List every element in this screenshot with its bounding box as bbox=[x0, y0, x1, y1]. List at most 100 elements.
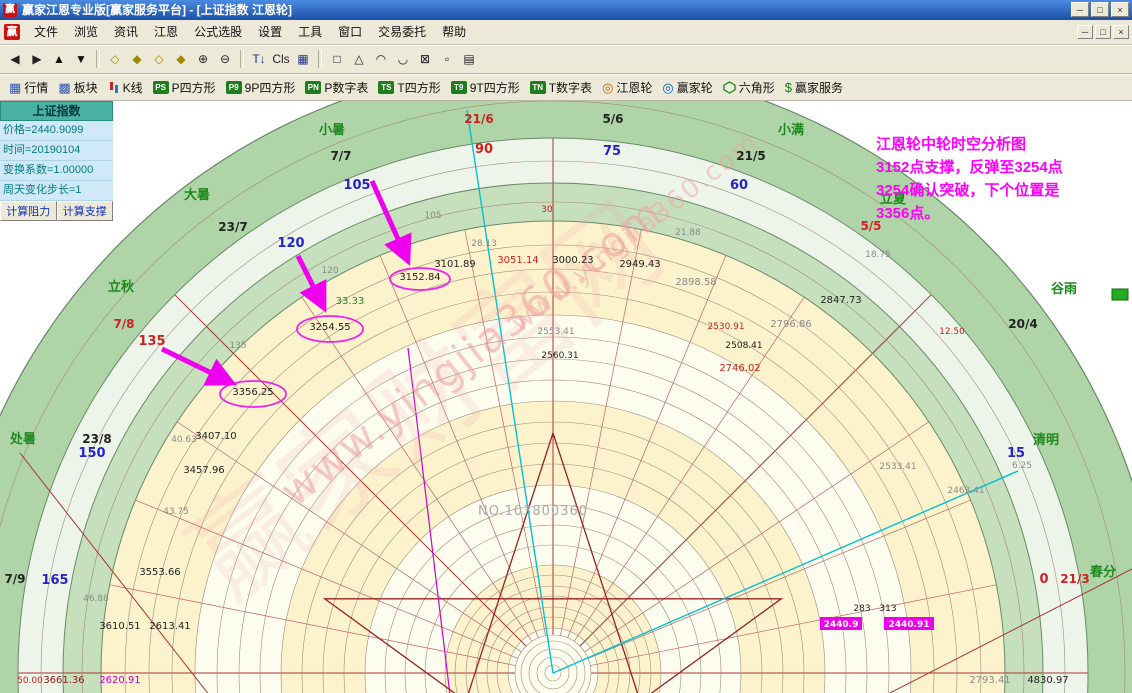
nine-t-square-button[interactable]: T99T四方形 bbox=[446, 77, 525, 98]
wheel-label: 谷雨 bbox=[1051, 281, 1077, 297]
sectors-button-icon: ▩ bbox=[58, 81, 70, 94]
wheel-label: 18.75 bbox=[865, 250, 891, 260]
child-restore-button[interactable]: □ bbox=[1095, 25, 1111, 39]
price-flag-label: 2440.91 bbox=[889, 620, 930, 630]
wheel-label: 75 bbox=[603, 144, 621, 159]
menu-item-browse[interactable]: 浏览 bbox=[66, 20, 106, 43]
rectangle-tool-icon[interactable]: □ bbox=[327, 49, 347, 69]
zoom-in-icon[interactable]: ⊕ bbox=[193, 49, 213, 69]
wheel-label: 3051.14 bbox=[497, 255, 538, 266]
wheel-label: 2613.41 bbox=[149, 621, 190, 632]
calc-resistance-button[interactable]: 计算阻力 bbox=[0, 201, 57, 221]
wheel-label: 21/6 bbox=[464, 112, 493, 126]
menu: 文件浏览资讯江恩公式选股设置工具窗口交易委托帮助 bbox=[26, 20, 1075, 43]
forward-icon[interactable]: ▶ bbox=[27, 49, 47, 69]
wheel-label: 小满 bbox=[778, 122, 804, 138]
hexagon-button[interactable]: 六角形 bbox=[718, 77, 780, 98]
zoom-out-icon[interactable]: ⊖ bbox=[215, 49, 235, 69]
wheel-label: 50.00 bbox=[17, 676, 43, 686]
candle-down bbox=[115, 85, 118, 93]
wheel-label: 2463.41 bbox=[947, 486, 984, 496]
sectors-button-label: 板块 bbox=[74, 79, 98, 96]
eraser-tool-icon[interactable]: ▤ bbox=[459, 49, 479, 69]
menu-item-tools[interactable]: 工具 bbox=[290, 20, 330, 43]
gann-wheel-button[interactable]: ◎江恩轮 bbox=[597, 77, 657, 98]
clear-drawings-icon[interactable]: Cls bbox=[271, 49, 291, 69]
hexagon-icon bbox=[723, 81, 736, 94]
wheel-label: 23/7 bbox=[218, 220, 247, 234]
wheel-label: 135 bbox=[138, 334, 165, 349]
t-square-button[interactable]: TST四方形 bbox=[373, 77, 445, 98]
gann-diamond-3-icon[interactable]: ◇ bbox=[149, 49, 169, 69]
line-tool-icon[interactable]: ▼ bbox=[71, 49, 91, 69]
close-button[interactable]: × bbox=[1111, 2, 1129, 17]
wheel-label: 15 bbox=[1007, 446, 1025, 461]
gann-diamond-1-icon[interactable]: ◇ bbox=[105, 49, 125, 69]
delete-box-tool-icon[interactable]: ⊠ bbox=[415, 49, 435, 69]
t-number-table-button[interactable]: TNT数字表 bbox=[525, 77, 597, 98]
nine-p-square-button[interactable]: P99P四方形 bbox=[221, 77, 301, 98]
back-icon[interactable]: ◀ bbox=[5, 49, 25, 69]
menu-item-settings[interactable]: 设置 bbox=[250, 20, 290, 43]
sectors-button[interactable]: ▩ 板块 bbox=[53, 77, 102, 98]
wheel-label: 3661.36 bbox=[43, 675, 84, 686]
arc-down-tool-icon[interactable]: ◡ bbox=[393, 49, 413, 69]
minimize-button[interactable]: ─ bbox=[1071, 2, 1089, 17]
wheel-label: 12.50 bbox=[939, 327, 965, 337]
wheel-label: 2847.73 bbox=[820, 295, 861, 306]
wheel-label: 3000.23 bbox=[552, 255, 593, 266]
text-tool-icon[interactable]: T↓ bbox=[249, 49, 269, 69]
menu-item-help[interactable]: 帮助 bbox=[434, 20, 474, 43]
toolbar-separator bbox=[240, 50, 244, 68]
window-title: 赢家江恩专业版[赢家服务平台] - [上证指数 江恩轮] bbox=[22, 1, 1069, 18]
p-number-table-button[interactable]: PNP数字表 bbox=[300, 77, 373, 98]
maximize-button[interactable]: □ bbox=[1091, 2, 1109, 17]
menu-item-news[interactable]: 资讯 bbox=[106, 20, 146, 43]
menu-item-file[interactable]: 文件 bbox=[26, 20, 66, 43]
wheel-label: 3457.96 bbox=[183, 465, 224, 476]
triangle-tool-icon[interactable]: △ bbox=[349, 49, 369, 69]
gann-diamond-2-icon[interactable]: ◆ bbox=[127, 49, 147, 69]
menu-item-trade-order[interactable]: 交易委托 bbox=[370, 20, 434, 43]
kline-button[interactable]: K线 bbox=[103, 77, 148, 98]
hexagon-button-label: 六角形 bbox=[739, 79, 775, 96]
gann-diamond-4-icon[interactable]: ◆ bbox=[171, 49, 191, 69]
panel-time-row: 时间=20190104 bbox=[0, 141, 113, 161]
winner-service-button[interactable]: $赢家服务 bbox=[780, 77, 848, 98]
wheel-label: 2508.41 bbox=[725, 341, 762, 351]
wheel-label: 33.33 bbox=[336, 296, 365, 307]
arc-tool-icon[interactable]: ◠ bbox=[371, 49, 391, 69]
wheel-label: 3101.89 bbox=[434, 259, 475, 270]
menu-item-gann[interactable]: 江恩 bbox=[146, 20, 186, 43]
winner-wheel-button-label: 赢家轮 bbox=[677, 79, 713, 96]
panel-buttons: 计算阻力 计算支撑 bbox=[0, 201, 113, 221]
wheel-label: 313 bbox=[879, 604, 896, 614]
child-minimize-button[interactable]: ─ bbox=[1077, 25, 1093, 39]
wheel-label: 30 bbox=[541, 205, 553, 215]
pointer-tool-icon[interactable]: ▲ bbox=[49, 49, 69, 69]
winner-wheel-button[interactable]: ◎赢家轮 bbox=[657, 77, 717, 98]
wheel-label: 立秋 bbox=[108, 279, 135, 295]
grid-tool-icon[interactable]: ▦ bbox=[293, 49, 313, 69]
quotes-button[interactable]: ▦行情 bbox=[4, 77, 53, 98]
child-close-button[interactable]: × bbox=[1113, 25, 1129, 39]
menu-item-formula-stock-pick[interactable]: 公式选股 bbox=[186, 20, 250, 43]
nine-t-square-button-label: 9T四方形 bbox=[470, 79, 520, 96]
index-info-panel: 上证指数 价格=2440.9099 时间=20190104 变换系数=1.000… bbox=[0, 101, 113, 221]
wheel-label: 处暑 bbox=[9, 431, 36, 447]
wheel-label: 大暑 bbox=[184, 187, 210, 203]
toolbar-separator bbox=[318, 50, 322, 68]
gann-wheel-button-label: 江恩轮 bbox=[616, 79, 652, 96]
wheel-label: 2793.41 bbox=[969, 675, 1010, 686]
p-square-button[interactable]: PSP四方形 bbox=[148, 77, 221, 98]
calc-support-button[interactable]: 计算支撑 bbox=[57, 201, 114, 221]
small-box-tool-icon[interactable]: ▫ bbox=[437, 49, 457, 69]
serial-watermark: NO.103800360 bbox=[478, 504, 588, 519]
nine-p-square-button-label: 9P四方形 bbox=[245, 79, 296, 96]
nine-t-square-button-icon: T9 bbox=[451, 81, 467, 94]
wheel-label: 28.13 bbox=[471, 239, 497, 249]
green-level-marker bbox=[1112, 289, 1128, 300]
annotation-line-4: 3356点。 bbox=[876, 202, 1063, 225]
wheel-label: 3152.84 bbox=[399, 272, 440, 283]
menu-item-window[interactable]: 窗口 bbox=[330, 20, 370, 43]
